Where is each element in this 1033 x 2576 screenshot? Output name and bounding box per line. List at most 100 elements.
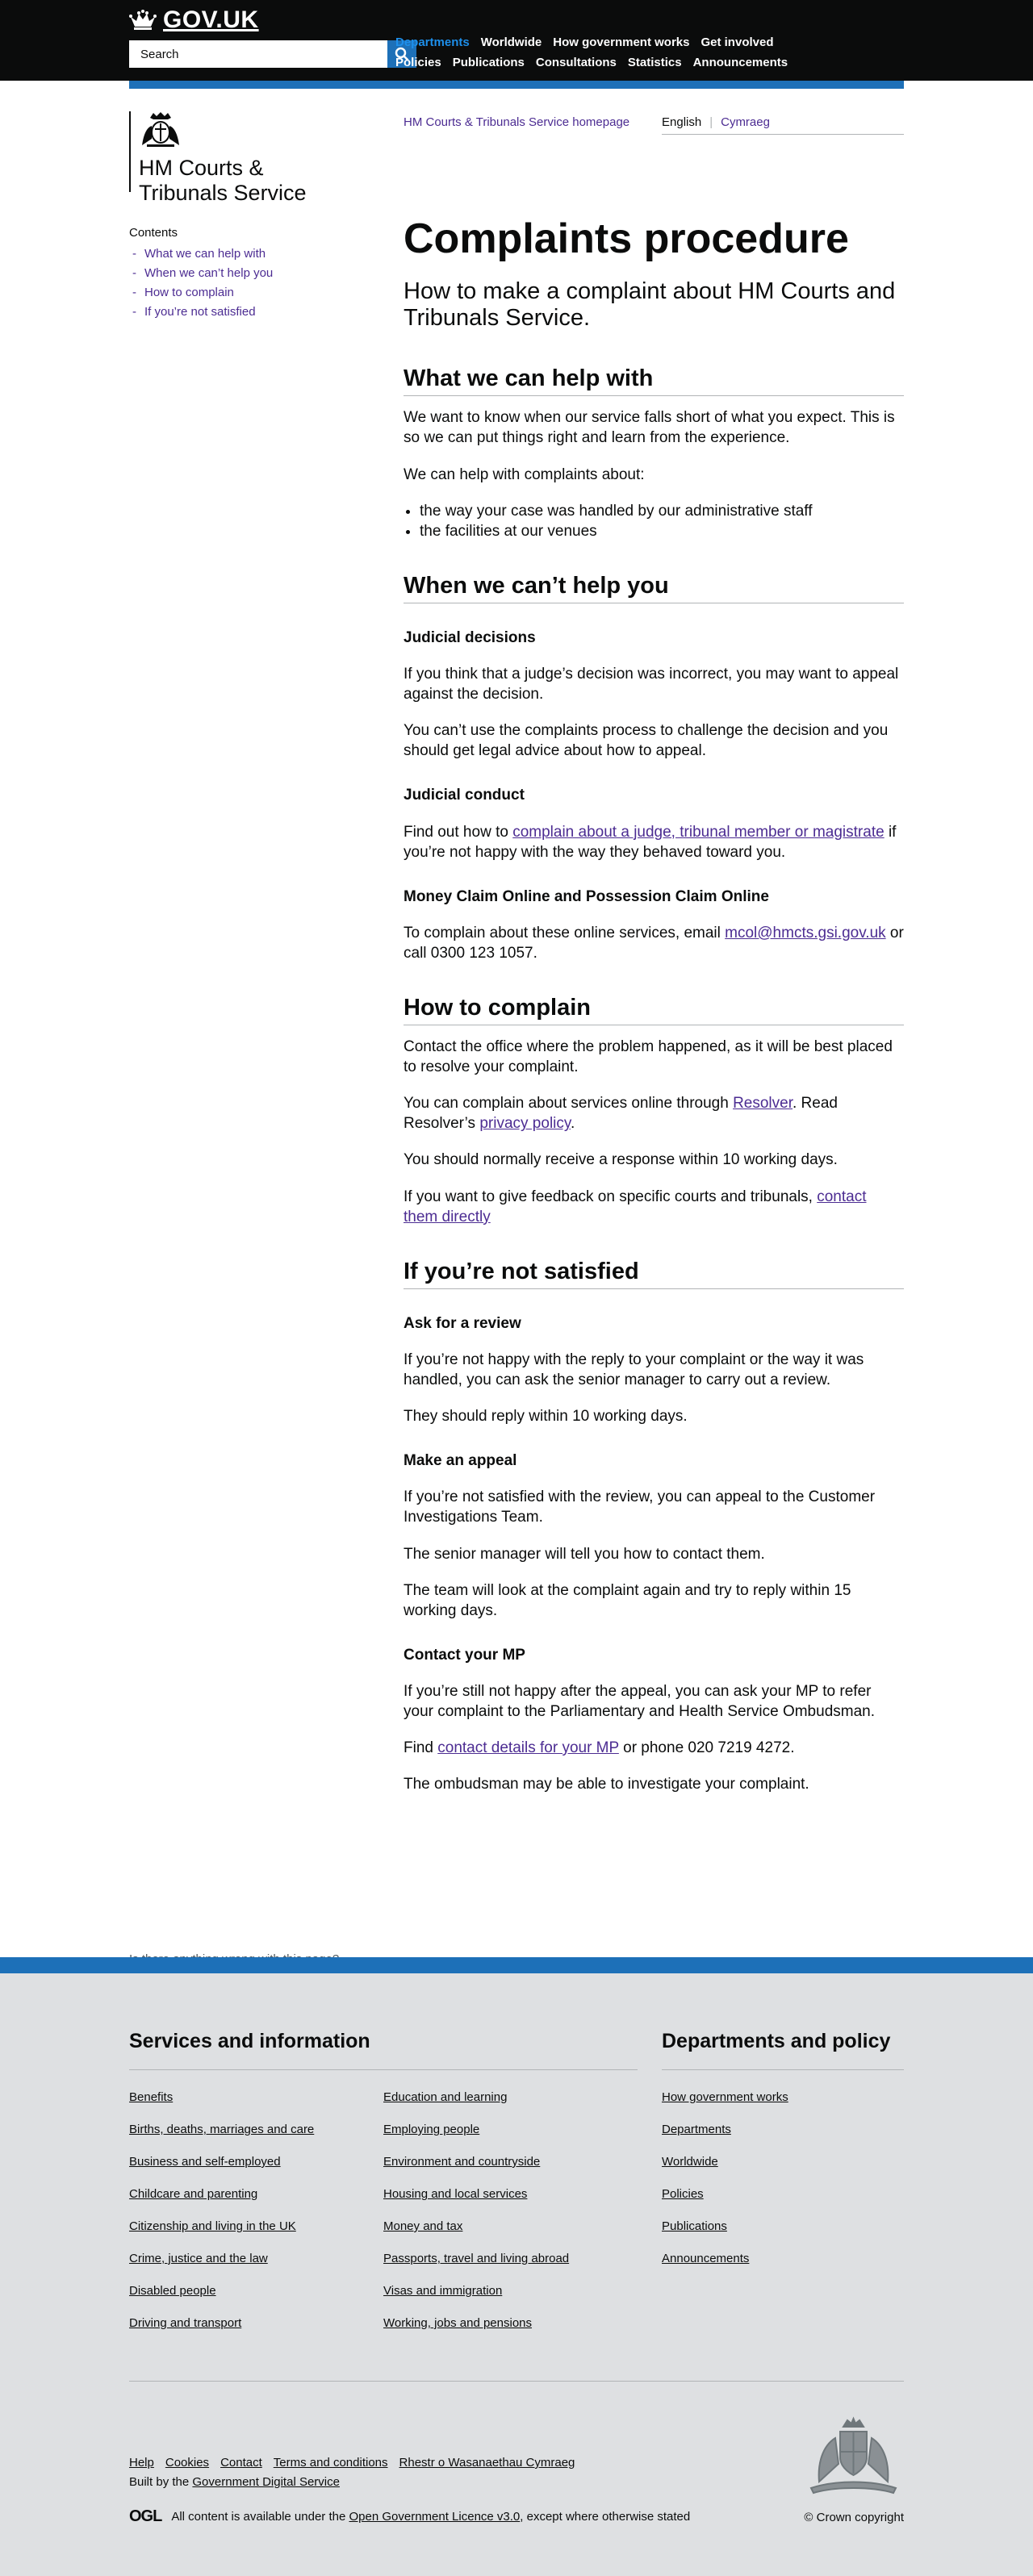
page-lede: How to make a complaint about HM Courts … [404, 278, 896, 331]
footer-link[interactable]: Driving and transport [129, 2316, 241, 2330]
text: If you want to give feedback on specific… [404, 1188, 818, 1205]
contents-item: How to complain [129, 283, 339, 303]
footer-link[interactable]: How government works [662, 2090, 788, 2104]
nav-worldwide[interactable]: Worldwide [481, 35, 542, 49]
section-heading: How to complain [404, 992, 904, 1026]
paragraph: We want to know when our service falls s… [404, 409, 895, 447]
site-footer: Services and information Benefits Births… [0, 1957, 1033, 2576]
nav-consultations[interactable]: Consultations [536, 56, 617, 69]
footer-link[interactable]: Passports, travel and living abroad [383, 2252, 569, 2265]
subheading: Make an appeal [404, 1452, 517, 1470]
footer-link[interactable]: Childcare and parenting [129, 2187, 257, 2201]
footer-link[interactable]: Environment and countryside [383, 2155, 540, 2169]
footer-cookies-link[interactable]: Cookies [165, 2456, 209, 2470]
footer-link[interactable]: Money and tax [383, 2219, 462, 2233]
footer-link[interactable]: Education and learning [383, 2090, 507, 2104]
section-heading: What we can help with [404, 363, 904, 397]
footer-terms-link[interactable]: Terms and conditions [274, 2456, 388, 2470]
footer-link[interactable]: Housing and local services [383, 2187, 527, 2201]
contents-title: Contents [129, 226, 178, 240]
paragraph: If you’re still not happy after the appe… [404, 1682, 875, 1720]
lang-english: English [662, 115, 702, 129]
nav-departments[interactable]: Departments [395, 35, 470, 49]
footer-link[interactable]: Policies [662, 2187, 704, 2201]
lang-welsh-link[interactable]: Cymraeg [721, 115, 770, 129]
text: To complain about these online services,… [404, 924, 726, 941]
govuk-logo-text: GOV.UK [163, 6, 259, 33]
paragraph: The senior manager will tell you how to … [404, 1545, 765, 1563]
contents-link-when-we-cant-help[interactable]: When we can’t help you [144, 266, 273, 280]
subheading: Contact your MP [404, 1646, 525, 1664]
footer-link[interactable]: Announcements [662, 2252, 749, 2265]
text: Built by the [129, 2475, 193, 2489]
subheading: Judicial decisions [404, 629, 536, 647]
section-heading: When we can’t help you [404, 570, 904, 604]
text: Find [404, 1739, 438, 1756]
footer-link[interactable]: Employing people [383, 2123, 479, 2136]
text: , except where otherwise stated [520, 2510, 691, 2524]
nav-publications[interactable]: Publications [453, 56, 525, 69]
ogl-logo: OGL [129, 2507, 162, 2525]
search-input[interactable] [129, 40, 387, 68]
org-name-line2: Tribunals Service [139, 181, 307, 206]
privacy-policy-link[interactable]: privacy policy [479, 1115, 571, 1132]
licence-text: All content is available under the Open … [171, 2510, 690, 2524]
footer-link[interactable]: Disabled people [129, 2284, 216, 2298]
footer-link[interactable]: Publications [662, 2219, 727, 2233]
nav-announcements[interactable]: Announcements [693, 56, 788, 69]
paragraph: If you think that a judge’s decision was… [404, 666, 899, 703]
footer-link[interactable]: Working, jobs and pensions [383, 2316, 532, 2330]
contents-link-not-satisfied[interactable]: If you’re not satisfied [144, 305, 256, 319]
list-item: the facilities at our venues [420, 521, 904, 541]
contents-link-what-we-can-help-with[interactable]: What we can help with [144, 247, 266, 261]
footer-help-link[interactable]: Help [129, 2456, 154, 2470]
paragraph: If you’re not happy with the reply to yo… [404, 1351, 864, 1389]
section-heading: If you’re not satisfied [404, 1256, 904, 1289]
paragraph: You should normally receive a response w… [404, 1151, 838, 1169]
gds-link[interactable]: Government Digital Service [192, 2475, 340, 2489]
page-title: Complaints procedure [404, 215, 849, 262]
resolver-link[interactable]: Resolver [733, 1095, 793, 1112]
footer-contact-link[interactable]: Contact [220, 2456, 262, 2470]
footer-link[interactable]: Worldwide [662, 2155, 718, 2169]
paragraph: The team will look at the complaint agai… [404, 1581, 851, 1619]
nav-statistics[interactable]: Statistics [628, 56, 682, 69]
search-form [129, 40, 416, 68]
nav-get-involved[interactable]: Get involved [701, 35, 773, 49]
footer-built-by: Built by the Government Digital Service [129, 2475, 340, 2489]
footer-link[interactable]: Departments [662, 2123, 731, 2136]
section-how-to-complain: How to complain Contact the office where… [404, 992, 904, 1227]
section-not-satisfied: If you’re not satisfied Ask for a review… [404, 1256, 904, 1794]
paragraph: Find out how to complain about a judge, … [404, 822, 904, 862]
main-content: Complaints procedure How to make a compl… [404, 215, 904, 1823]
footer-welsh-services-link[interactable]: Rhestr o Wasanaethau Cymraeg [399, 2456, 575, 2470]
paragraph: You can’t use the complaints process to … [404, 722, 889, 760]
mp-contact-details-link[interactable]: contact details for your MP [437, 1739, 619, 1756]
footer-link[interactable]: Visas and immigration [383, 2284, 502, 2298]
footer-licence: OGL All content is available under the O… [129, 2507, 690, 2526]
text: . [570, 1115, 575, 1133]
footer-divider [129, 2381, 904, 2382]
footer-link[interactable]: Births, deaths, marriages and care [129, 2123, 314, 2136]
govuk-logo-link[interactable]: GOV.UK [129, 6, 259, 34]
org-name: HM Courts & Tribunals Service [139, 156, 307, 206]
nav-how-government-works[interactable]: How government works [553, 35, 689, 49]
subheading: Ask for a review [404, 1314, 521, 1332]
org-name-line1: HM Courts & [139, 156, 264, 180]
bullet-list: the way your case was handled by our adm… [420, 501, 904, 541]
complain-about-judge-link[interactable]: complain about a judge, tribunal member … [512, 824, 884, 841]
contents-item: When we can’t help you [129, 264, 339, 283]
org-logo-link[interactable]: HM Courts & Tribunals Service [129, 111, 307, 205]
contents-link-how-to-complain[interactable]: How to complain [144, 286, 234, 299]
footer-link[interactable]: Benefits [129, 2090, 173, 2104]
crown-copyright: © Crown copyright [804, 2511, 904, 2524]
mcol-email-link[interactable]: mcol@hmcts.gsi.gov.uk [725, 925, 886, 941]
nav-policies[interactable]: Policies [395, 56, 441, 69]
org-homepage-link[interactable]: HM Courts & Tribunals Service homepage [404, 115, 629, 129]
footer-link[interactable]: Citizenship and living in the UK [129, 2219, 296, 2233]
footer-link[interactable]: Business and self-employed [129, 2155, 281, 2169]
text: Find out how to [404, 823, 513, 841]
footer-link[interactable]: Crime, justice and the law [129, 2252, 268, 2265]
ogl-licence-link[interactable]: Open Government Licence v3.0 [349, 2510, 520, 2524]
list-item: the way your case was handled by our adm… [420, 501, 904, 521]
